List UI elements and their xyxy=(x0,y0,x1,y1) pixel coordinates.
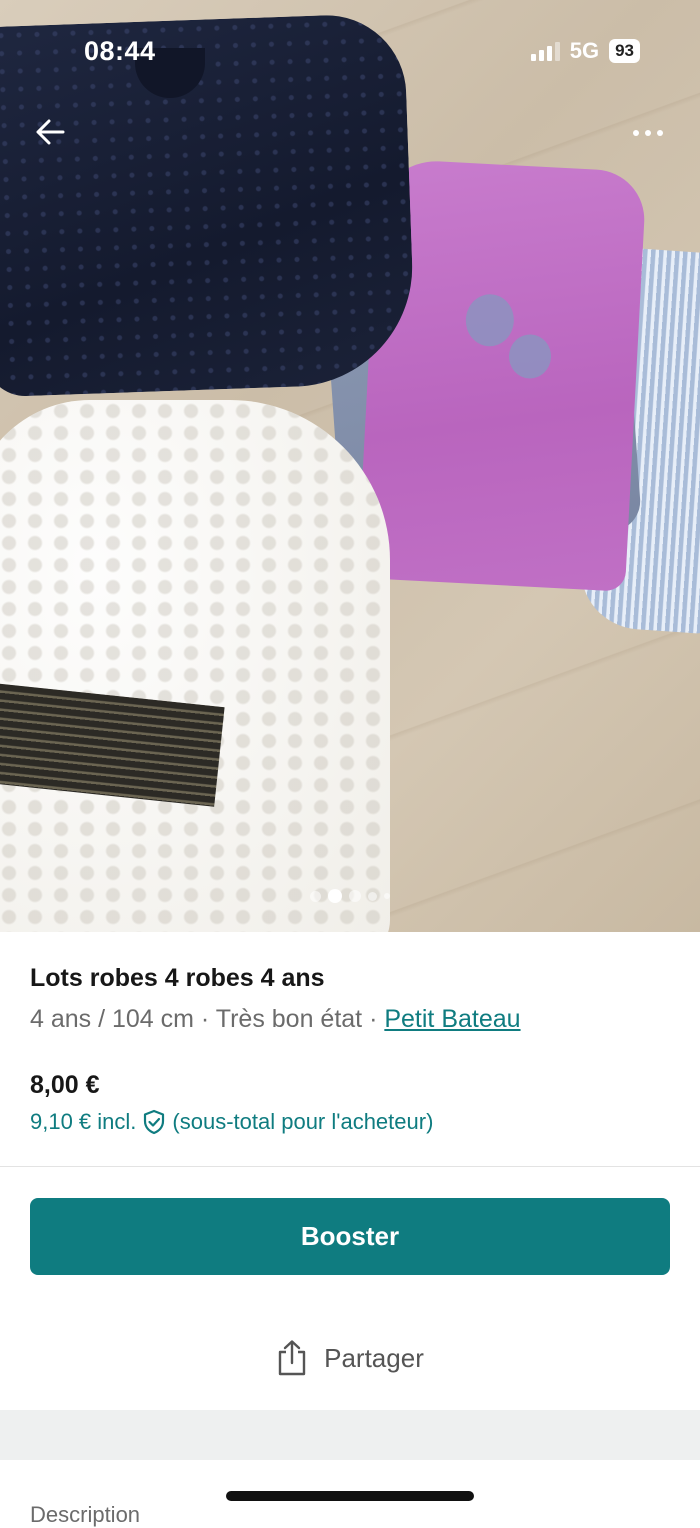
price-incl-label: 9,10 € incl. xyxy=(30,1109,137,1134)
price-incl-note: (sous-total pour l'acheteur) xyxy=(172,1109,434,1134)
description-heading: Description xyxy=(30,1502,141,1527)
home-indicator[interactable] xyxy=(226,1491,474,1501)
carousel-dot[interactable] xyxy=(349,890,361,902)
carousel-indicator xyxy=(0,889,700,903)
share-button[interactable]: Partager xyxy=(0,1330,700,1386)
buyer-protection-price[interactable]: 9,10 € incl. (sous-total pour l'acheteur… xyxy=(30,1109,433,1135)
item-info: Lots robes 4 robes 4 ans 4 ans / 104 cm … xyxy=(30,964,670,1034)
item-condition: Très bon état xyxy=(215,1005,363,1033)
carousel-dot[interactable] xyxy=(368,891,377,901)
photo-garment-navy-dress xyxy=(0,12,417,398)
separator: · xyxy=(362,1005,385,1033)
battery-icon: 93 xyxy=(609,39,640,63)
divider xyxy=(0,1166,700,1167)
item-title: Lots robes 4 robes 4 ans xyxy=(30,964,325,992)
item-subtitle: 4 ans / 104 cm · Très bon état · Petit B… xyxy=(30,1005,670,1034)
photo-garment-lace-texture xyxy=(0,400,390,932)
arrow-left-icon xyxy=(36,119,65,145)
brand-link[interactable]: Petit Bateau xyxy=(384,1005,520,1033)
carousel-dot-active[interactable] xyxy=(328,889,342,903)
signal-icon xyxy=(530,41,560,61)
carousel-dot[interactable] xyxy=(310,890,321,902)
network-label: 5G xyxy=(569,38,600,63)
share-icon xyxy=(278,1340,306,1376)
more-options-button[interactable] xyxy=(626,118,670,148)
status-indicators: 5G 93 xyxy=(530,38,640,64)
share-label: Partager xyxy=(324,1342,424,1373)
listing-photo[interactable]: 08:44 5G 93 xyxy=(0,0,700,932)
item-size: 4 ans / 104 cm xyxy=(30,1005,194,1033)
section-separator xyxy=(0,1410,700,1460)
separator: · xyxy=(193,1005,216,1033)
status-time: 08:44 xyxy=(84,36,156,66)
item-price: 8,00 € xyxy=(30,1071,100,1099)
shield-check-icon xyxy=(144,1109,165,1135)
more-dots-icon xyxy=(633,130,639,136)
back-button[interactable] xyxy=(28,110,72,154)
carousel-dot[interactable] xyxy=(384,893,390,899)
booster-button[interactable]: Booster xyxy=(30,1198,670,1275)
